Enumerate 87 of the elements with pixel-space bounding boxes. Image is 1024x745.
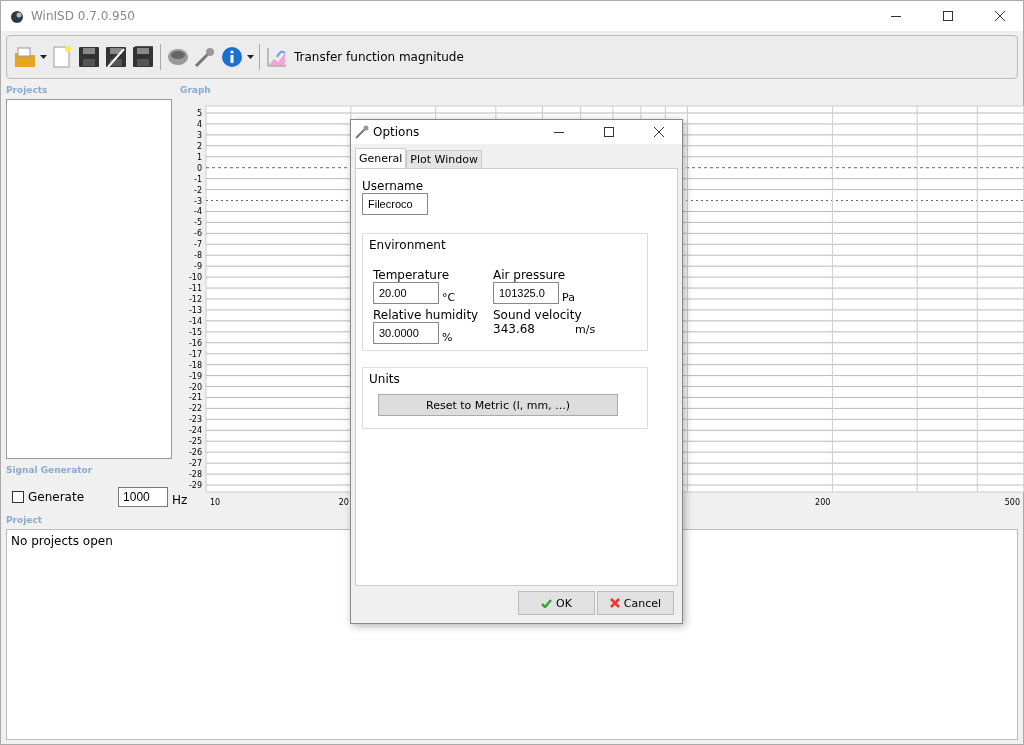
y-tick-label: -10 bbox=[188, 273, 202, 283]
y-tick-label: 4 bbox=[196, 119, 202, 129]
y-tick-label: 1 bbox=[196, 152, 202, 162]
x-tick-label: 200 bbox=[815, 498, 831, 507]
save-as-icon[interactable] bbox=[104, 45, 128, 69]
close-icon bbox=[609, 598, 620, 608]
field-label: Air pressure bbox=[493, 268, 567, 282]
y-tick-label: -18 bbox=[188, 360, 202, 370]
y-tick-label: -15 bbox=[188, 327, 202, 337]
y-tick-label: 2 bbox=[196, 141, 202, 151]
y-tick-label: -5 bbox=[194, 218, 202, 228]
unit-label: % bbox=[442, 331, 453, 344]
info-icon[interactable] bbox=[220, 45, 244, 69]
caret-icon[interactable] bbox=[40, 55, 47, 59]
unit-label: Hz bbox=[172, 493, 188, 507]
check-icon bbox=[541, 598, 553, 608]
y-tick-label: -23 bbox=[188, 415, 202, 425]
section-heading: Graph bbox=[180, 85, 212, 97]
pressure-field[interactable]: 101325.0 bbox=[493, 282, 559, 304]
y-tick-label: -3 bbox=[194, 196, 202, 206]
y-tick-label: 5 bbox=[196, 109, 202, 118]
dialog-title: Options bbox=[373, 125, 421, 139]
section-heading: Project bbox=[6, 515, 44, 527]
velocity-value: 343.68 bbox=[493, 322, 535, 336]
y-tick-label: -27 bbox=[188, 459, 202, 469]
y-tick-label: -17 bbox=[188, 349, 202, 359]
field-label: Username bbox=[362, 179, 425, 193]
field-label: Temperature bbox=[373, 268, 450, 282]
y-tick-label: -14 bbox=[188, 316, 202, 326]
y-tick-label: -24 bbox=[188, 426, 202, 436]
y-tick-label: -20 bbox=[188, 382, 202, 392]
group-heading: Units bbox=[369, 372, 400, 386]
y-tick-label: -25 bbox=[188, 437, 202, 447]
minimize-icon[interactable] bbox=[554, 131, 564, 133]
y-tick-label: -1 bbox=[194, 174, 202, 184]
y-tick-label: -21 bbox=[188, 393, 202, 403]
field-label: Relative humidity bbox=[373, 308, 480, 322]
username-field[interactable]: Filecroco bbox=[362, 193, 428, 215]
window-title: WinISD 0.7.0.950 bbox=[31, 9, 136, 23]
y-tick-label: -22 bbox=[188, 404, 202, 414]
y-tick-label: -6 bbox=[194, 229, 202, 239]
mode-label[interactable]: Transfer function magnitude bbox=[294, 50, 464, 64]
app-icon bbox=[9, 8, 25, 24]
field-label: Sound velocity bbox=[493, 308, 583, 322]
x-tick-label: 10 bbox=[210, 498, 221, 507]
minimize-icon[interactable] bbox=[891, 15, 901, 17]
ok-button[interactable]: OK bbox=[518, 591, 595, 615]
status-message: No projects open bbox=[11, 534, 113, 548]
reset-button[interactable]: Reset to Metric (l, mm, ...) bbox=[378, 394, 618, 416]
tab[interactable]: Plot Window bbox=[406, 150, 482, 168]
unit-label: Pa bbox=[562, 291, 575, 304]
y-tick-label: -12 bbox=[188, 295, 202, 304]
humidity-field[interactable]: 30.0000 bbox=[373, 322, 439, 344]
y-tick-label: -26 bbox=[188, 448, 202, 458]
section-heading: Signal Generator bbox=[6, 465, 94, 477]
y-tick-label: 0 bbox=[196, 163, 202, 173]
y-tick-label: -9 bbox=[194, 262, 202, 272]
y-tick-label: -11 bbox=[188, 284, 202, 294]
y-tick-label: -7 bbox=[194, 240, 202, 250]
y-tick-label: -13 bbox=[188, 305, 202, 315]
checkbox-label[interactable]: Generate bbox=[28, 490, 85, 504]
save-all-icon[interactable] bbox=[131, 45, 155, 69]
unit-label: °C bbox=[442, 291, 456, 304]
y-tick-label: -8 bbox=[194, 251, 202, 261]
y-tick-label: -16 bbox=[188, 338, 202, 348]
close-icon[interactable] bbox=[654, 127, 664, 137]
y-tick-label: 3 bbox=[196, 130, 202, 140]
cancel-button[interactable]: Cancel bbox=[597, 591, 674, 615]
save-icon[interactable] bbox=[77, 45, 101, 69]
x-tick-label: 500 bbox=[1004, 498, 1020, 507]
y-tick-label: -2 bbox=[194, 185, 202, 195]
generate-checkbox[interactable] bbox=[12, 491, 24, 503]
y-tick-label: -28 bbox=[188, 470, 202, 480]
maximize-icon[interactable] bbox=[943, 11, 953, 21]
y-tick-label: -29 bbox=[188, 481, 202, 490]
group-heading: Environment bbox=[369, 238, 446, 252]
caret-icon[interactable] bbox=[247, 55, 254, 59]
close-icon[interactable] bbox=[995, 11, 1005, 21]
temperature-field[interactable]: 20.00 bbox=[373, 282, 439, 304]
unit-label: m/s bbox=[575, 323, 596, 336]
maximize-icon[interactable] bbox=[604, 127, 614, 137]
x-tick-label: 20 bbox=[338, 498, 349, 507]
section-heading: Projects bbox=[6, 85, 49, 97]
frequency-field[interactable]: 1000 bbox=[118, 487, 169, 507]
y-tick-label: -4 bbox=[194, 207, 202, 217]
y-tick-label: -19 bbox=[188, 371, 202, 381]
tab[interactable]: General bbox=[355, 148, 407, 168]
